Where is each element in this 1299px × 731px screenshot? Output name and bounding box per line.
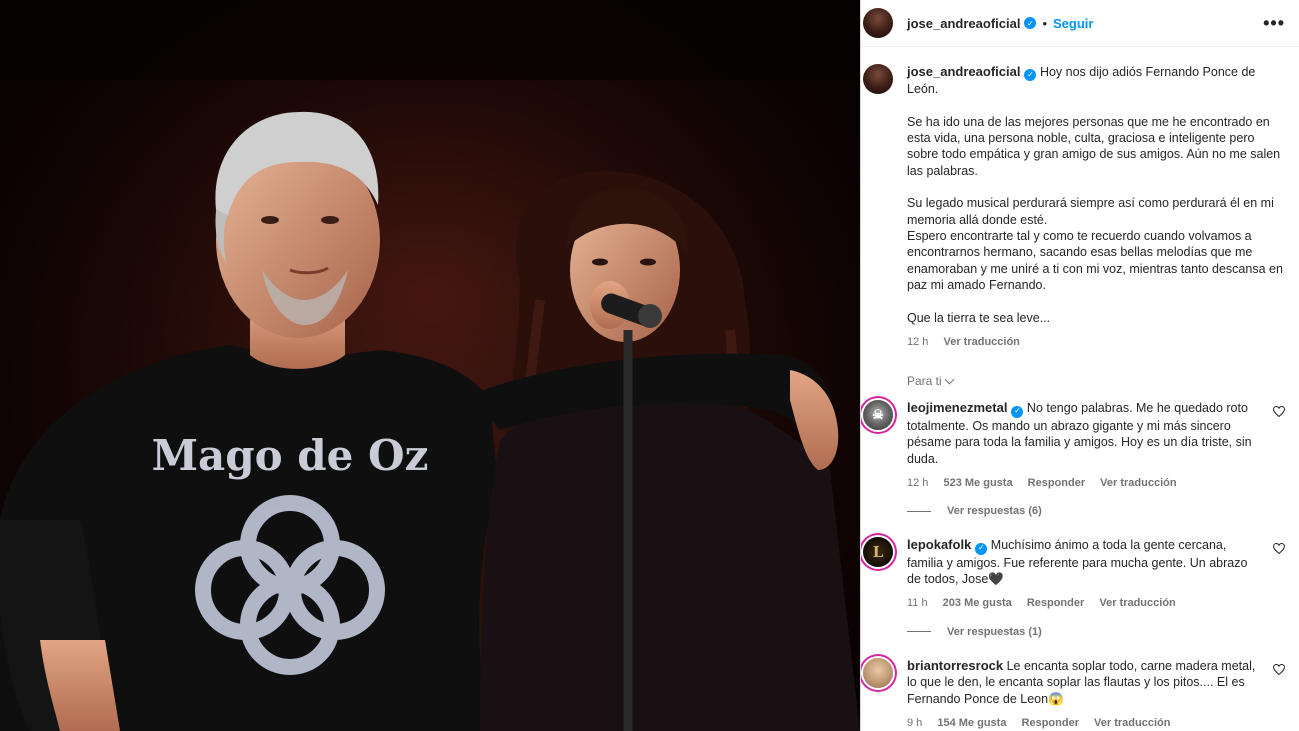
comments-scroll-area[interactable]: jose_andreaoficial ✓ Hoy nos dijo adiós F… (861, 48, 1299, 731)
comment-likes[interactable]: 203 Me gusta (943, 597, 1012, 609)
view-replies-label: Ver respuestas (1) (947, 625, 1042, 638)
comment-meta: 12 h 523 Me gusta Responder Ver traducci… (907, 475, 1259, 491)
comments-filter-dropdown[interactable]: Para ti (907, 374, 1285, 388)
comment-translate-link[interactable]: Ver traducción (1094, 717, 1170, 729)
comment-item: briantorresrock Le encanta soplar todo, … (863, 657, 1285, 731)
comment-timestamp: 11 h (907, 597, 928, 610)
replies-divider (907, 631, 931, 633)
comment-item: ☠ leojimenezmetal ✓ No tengo palabras. Me… (863, 400, 1285, 491)
letter-l-logo-icon: L (872, 543, 884, 562)
comments-filter-label: Para ti (907, 374, 942, 389)
like-heart-icon[interactable] (1273, 663, 1285, 675)
comment-item: L lepokafolk ✓ Muchísimo ánimo a toda la … (863, 537, 1285, 611)
caption: jose_andreaoficial ✓ Hoy nos dijo adiós F… (863, 64, 1285, 350)
comment-body: lepokafolk ✓ Muchísimo ánimo a toda la ge… (907, 537, 1285, 611)
caption-meta: 12 h Ver traducción (907, 334, 1285, 350)
comment-username[interactable]: lepokafolk (907, 537, 971, 552)
follow-button[interactable]: Seguir (1053, 16, 1093, 31)
verified-badge-icon: ✓ (975, 542, 988, 555)
skull-icon: ☠ (872, 407, 884, 423)
view-replies-button[interactable]: Ver respuestas (6) (907, 505, 1285, 517)
comment-username[interactable]: leojimenezmetal (907, 400, 1007, 415)
more-options-icon[interactable]: ••• (1263, 13, 1285, 34)
commenter-avatar[interactable]: L (863, 537, 893, 568)
shirt-logo-text: Mago de Oz (152, 431, 429, 480)
comment-reply-button[interactable]: Responder (1028, 477, 1085, 489)
caption-timestamp: 12 h (907, 336, 929, 349)
verified-badge-icon: ✓ (1024, 17, 1037, 29)
commenter-avatar[interactable] (863, 657, 893, 688)
caption-paragraph-2b: Espero encontrarte tal y como te recuerd… (907, 229, 1283, 293)
view-replies-button[interactable]: Ver respuestas (1) (907, 626, 1285, 638)
comment-translate-link[interactable]: Ver traducción (1099, 597, 1175, 609)
caption-username[interactable]: jose_andreaoficial (907, 64, 1020, 79)
header-separator: • (1042, 15, 1048, 31)
author-username[interactable]: jose_andreaoficial (907, 16, 1020, 31)
caption-paragraph-3: Que la tierra te sea leve... (907, 310, 1051, 325)
commenter-avatar[interactable]: ☠ (863, 400, 893, 431)
chevron-down-icon (944, 374, 955, 385)
comment-body: briantorresrock Le encanta soplar todo, … (907, 658, 1285, 731)
concert-photo-illustration: Mago de Oz (0, 0, 860, 731)
caption-translate-link[interactable]: Ver traducción (943, 336, 1019, 348)
post-header: jose_andreaoficial ✓ • Seguir ••• (861, 0, 1299, 47)
caption-paragraph-2a: Su legado musical perdurará siempre así … (907, 196, 1274, 227)
comment-meta: 9 h 154 Me gusta Responder Ver traducció… (907, 715, 1259, 731)
verified-badge-icon: ✓ (1024, 69, 1037, 82)
comment-meta: 11 h 203 Me gusta Responder Ver traducci… (907, 595, 1259, 611)
comment-likes[interactable]: 154 Me gusta (937, 717, 1006, 729)
comment-translate-link[interactable]: Ver traducción (1100, 477, 1176, 489)
caption-paragraph-1: Se ha ido una de las mejores personas qu… (907, 114, 1281, 178)
author-avatar[interactable] (863, 8, 893, 38)
post-sidebar: jose_andreaoficial ✓ • Seguir ••• jose_a… (860, 0, 1299, 731)
replies-divider (907, 510, 931, 512)
comment-likes[interactable]: 523 Me gusta (943, 477, 1012, 489)
verified-badge-icon: ✓ (1011, 405, 1024, 418)
caption-author-avatar[interactable] (863, 64, 893, 94)
comment-body: leojimenezmetal ✓ No tengo palabras. Me h… (907, 400, 1285, 491)
like-heart-icon[interactable] (1273, 543, 1285, 555)
like-heart-icon[interactable] (1273, 406, 1285, 418)
comment-timestamp: 9 h (907, 716, 923, 729)
caption-body: jose_andreaoficial ✓ Hoy nos dijo adiós F… (907, 64, 1285, 350)
post-photo: Mago de Oz (0, 0, 860, 731)
view-replies-label: Ver respuestas (6) (947, 505, 1042, 518)
comment-reply-button[interactable]: Responder (1027, 597, 1084, 609)
comment-username[interactable]: briantorresrock (907, 658, 1003, 673)
comment-reply-button[interactable]: Responder (1022, 717, 1079, 729)
comment-timestamp: 12 h (907, 476, 929, 489)
